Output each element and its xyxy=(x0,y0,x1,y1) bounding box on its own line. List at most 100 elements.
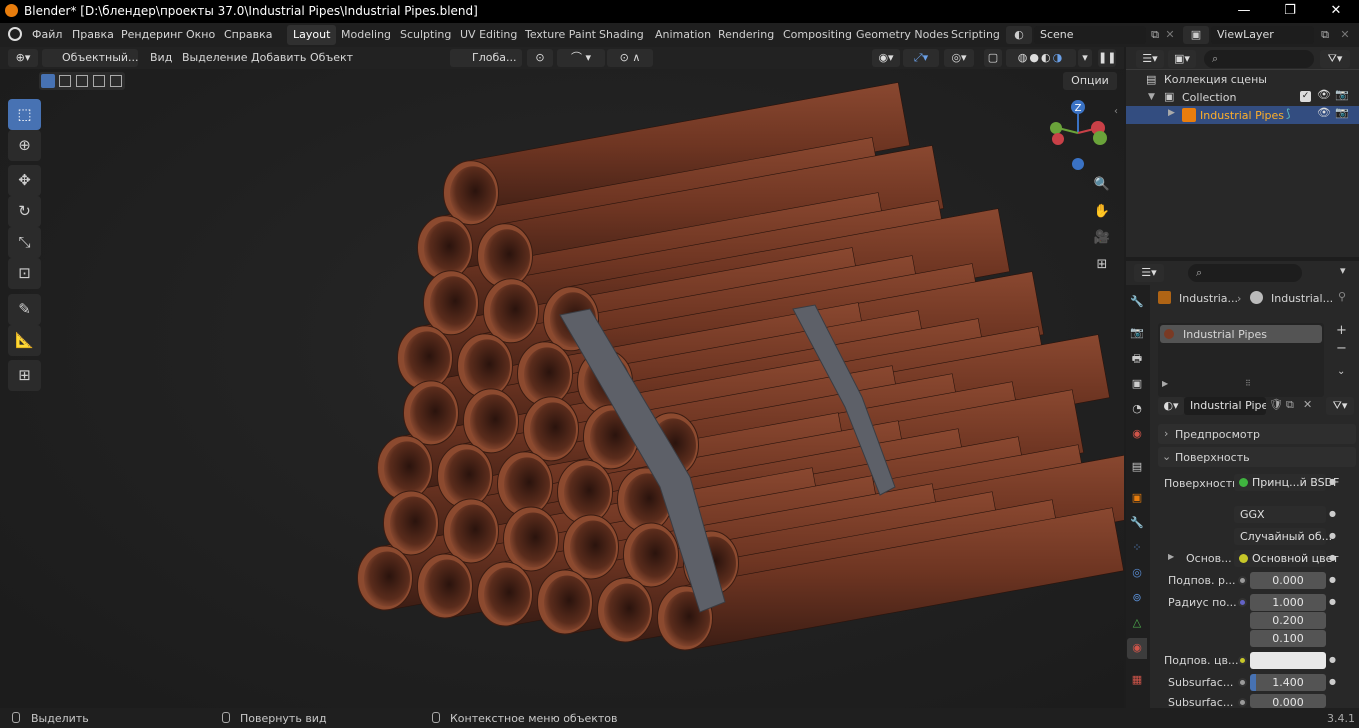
collection-checkbox[interactable]: ✓ xyxy=(1300,91,1311,102)
blender-menu-icon[interactable] xyxy=(8,27,22,41)
keyframe-dot-8[interactable]: ● xyxy=(1329,677,1336,686)
keyframe-dot-1[interactable]: ● xyxy=(1329,477,1336,486)
material-tab-icon[interactable]: ◉ xyxy=(1128,638,1146,658)
tab-texture-paint[interactable]: Texture Paint xyxy=(519,25,602,45)
radius-z-field[interactable]: 0.100 xyxy=(1250,630,1326,647)
proportional-edit-icon[interactable]: ⊙ ∧ xyxy=(607,49,653,67)
radius-y-field[interactable]: 0.200 xyxy=(1250,612,1326,629)
keyframe-dot-2[interactable]: ● xyxy=(1329,509,1336,518)
object-tab-icon[interactable]: ▣ xyxy=(1128,488,1146,508)
snap-icon[interactable]: ⌒ ▾ xyxy=(557,49,605,67)
preview-section-label[interactable]: Предпросмотр xyxy=(1175,428,1260,441)
tab-rendering[interactable]: Rendering xyxy=(712,25,780,45)
slot-resize-handle[interactable]: ⠿ xyxy=(1245,379,1251,388)
fake-user-icon[interactable]: 🛡 xyxy=(1269,398,1283,411)
transform-orientation-dropdown[interactable]: Глоба... xyxy=(450,49,522,67)
tab-compositing[interactable]: Compositing xyxy=(777,25,858,45)
visibility-icon[interactable]: ◉▾ xyxy=(872,49,900,67)
properties-options-icon[interactable]: ▾ xyxy=(1340,264,1346,277)
viewport-menu-select[interactable]: Выделение xyxy=(182,51,248,64)
tab-layout[interactable]: Layout xyxy=(287,25,337,45)
outliner-editor-icon[interactable]: ☰▾ xyxy=(1136,50,1164,68)
modifier-icon[interactable]: ⟆ xyxy=(1286,107,1290,120)
keyframe-dot-3[interactable]: ● xyxy=(1329,531,1336,540)
measure-tool-icon[interactable]: 📐 xyxy=(8,325,41,356)
material-name-field[interactable]: Industrial Pipes xyxy=(1184,397,1266,415)
surface-chevron-icon[interactable]: ⌄ xyxy=(1162,450,1171,463)
view-layer-icon[interactable]: ▣ xyxy=(1183,26,1209,44)
collection-eye-icon[interactable]: 👁 xyxy=(1317,88,1331,101)
preview-chevron-icon[interactable]: › xyxy=(1164,427,1168,440)
scene-selector-icon[interactable]: ◐ xyxy=(1006,26,1032,44)
physics-tab-icon[interactable]: ◎ xyxy=(1128,563,1146,583)
outliner-search[interactable]: ⌕ xyxy=(1204,50,1314,68)
zoom-icon[interactable]: 🔍 xyxy=(1091,174,1113,196)
pause-icon[interactable]: ❚❚ xyxy=(1098,49,1116,67)
maximize-button[interactable]: ❐ xyxy=(1267,0,1313,23)
cursor-tool-icon[interactable]: ⊕ xyxy=(8,130,41,161)
remove-slot-icon[interactable]: − xyxy=(1336,341,1347,356)
delete-view-layer-icon[interactable]: ✕ xyxy=(1336,26,1354,44)
output-tab-icon[interactable]: 🖶 xyxy=(1128,349,1146,369)
new-scene-icon[interactable]: ⧉ xyxy=(1147,26,1163,44)
tab-shading[interactable]: Shading xyxy=(593,25,650,45)
keyframe-dot-7[interactable]: ● xyxy=(1329,655,1336,664)
close-button[interactable]: ✕ xyxy=(1313,0,1359,23)
distribution-dropdown[interactable]: GGX xyxy=(1234,506,1326,523)
minimize-button[interactable]: — xyxy=(1221,0,1267,23)
display-mode-icon[interactable]: ▣▾ xyxy=(1168,50,1196,68)
subsurface-color-swatch[interactable] xyxy=(1250,652,1326,669)
add-slot-icon[interactable]: + xyxy=(1336,323,1347,338)
object-eye-icon[interactable]: 👁 xyxy=(1317,106,1331,119)
collection-label[interactable]: Collection xyxy=(1182,91,1236,104)
scale-tool-icon[interactable]: ⤡ xyxy=(8,227,41,258)
gizmo-icon[interactable]: ⤢▾ xyxy=(903,49,939,67)
radius-x-field[interactable]: 1.000 xyxy=(1250,594,1326,611)
grid-ortho-icon[interactable]: ⊞ xyxy=(1091,254,1113,276)
slot-expand-icon[interactable]: ▶ xyxy=(1162,379,1168,388)
menu-window[interactable]: Окно xyxy=(186,28,215,41)
properties-search[interactable]: ⌕ xyxy=(1188,264,1302,282)
camera-icon[interactable]: 🎥 xyxy=(1091,227,1113,249)
pivot-point-icon[interactable]: ⊙ xyxy=(527,49,553,67)
3d-viewport[interactable] xyxy=(0,47,1124,708)
keyframe-dot-4[interactable]: ● xyxy=(1329,553,1336,562)
shading-modes[interactable]: ◍●◐◑ xyxy=(1006,49,1076,67)
menu-help[interactable]: Справка xyxy=(224,28,272,41)
object-camera-icon[interactable]: 📷 xyxy=(1335,106,1349,119)
subsurface-value-field[interactable]: 0.000 xyxy=(1250,572,1326,589)
surface-section-label[interactable]: Поверхность xyxy=(1175,451,1250,464)
slot-menu-icon[interactable]: ⌄ xyxy=(1337,366,1345,377)
select-box-tool-icon[interactable]: ⬚ xyxy=(8,99,41,130)
mode-dropdown[interactable]: Объектный... xyxy=(42,49,139,67)
viewport-menu-view[interactable]: Вид xyxy=(150,51,172,64)
scene-name-field[interactable]: Scene xyxy=(1034,26,1146,44)
tab-geometry-nodes[interactable]: Geometry Nodes xyxy=(850,25,955,45)
base-expand-icon[interactable]: ▶ xyxy=(1168,552,1174,561)
view-layer-tab-icon[interactable]: ▣ xyxy=(1128,374,1146,394)
subsurface-method-dropdown[interactable]: Случайный об... xyxy=(1234,528,1332,545)
menu-render[interactable]: Рендеринг xyxy=(121,28,183,41)
move-tool-icon[interactable]: ✥ xyxy=(8,165,41,196)
collection-tab-icon[interactable]: ▤ xyxy=(1128,457,1146,477)
delete-scene-icon[interactable]: ✕ xyxy=(1163,26,1177,44)
material-filter-icon[interactable]: ⛛▾ xyxy=(1326,397,1354,415)
collection-camera-icon[interactable]: 📷 xyxy=(1335,88,1349,101)
object-label[interactable]: Industrial Pipes xyxy=(1200,109,1284,122)
tool-tab-icon[interactable]: 🔧 xyxy=(1128,292,1146,312)
transform-tool-icon[interactable]: ⊡ xyxy=(8,258,41,289)
select-extend-icon[interactable] xyxy=(59,75,71,87)
sidebar-toggle-icon[interactable]: ‹ xyxy=(1114,106,1118,117)
object-expand-icon[interactable]: ▶ xyxy=(1168,108,1175,118)
new-view-layer-icon[interactable]: ⧉ xyxy=(1316,26,1334,44)
tab-scripting[interactable]: Scripting xyxy=(945,25,1006,45)
viewport-menu-add[interactable]: Добавить xyxy=(251,51,306,64)
pin-icon[interactable]: ⚲ xyxy=(1338,290,1346,303)
pan-hand-icon[interactable]: ✋ xyxy=(1091,201,1113,223)
select-invert-icon[interactable] xyxy=(93,75,105,87)
modifier-tab-icon[interactable]: 🔧 xyxy=(1128,513,1146,533)
duplicate-material-icon[interactable]: ⧉ xyxy=(1286,398,1294,412)
world-tab-icon[interactable]: ◉ xyxy=(1128,424,1146,444)
select-new-icon[interactable] xyxy=(41,74,55,88)
view-layer-field[interactable]: ViewLayer xyxy=(1211,26,1314,44)
